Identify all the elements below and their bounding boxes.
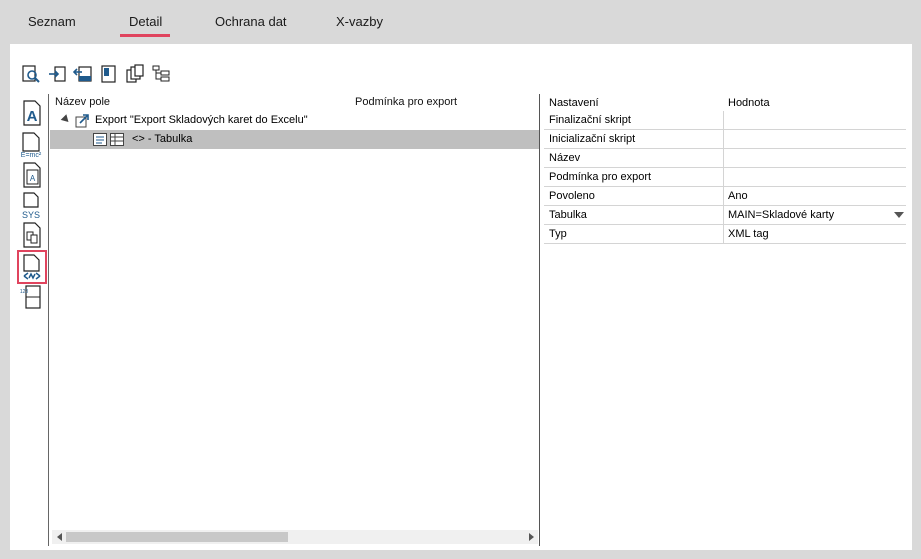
sidebar-divider [48, 94, 49, 546]
system-icon: SYS [22, 192, 40, 219]
record-icon [93, 133, 107, 146]
active-tab-indicator [120, 34, 170, 37]
property-row[interactable]: Finalizační skript [544, 111, 906, 130]
table-icon [110, 133, 124, 146]
property-row[interactable]: Typ XML tag [544, 225, 906, 244]
tab-x-vazby[interactable]: X-vazby [336, 14, 383, 29]
new-document-button[interactable] [98, 63, 120, 85]
property-value[interactable]: XML tag [728, 228, 769, 240]
xml-tag-icon [23, 254, 41, 280]
copy-button[interactable] [124, 63, 146, 85]
tab-detail[interactable]: Detail [129, 14, 162, 29]
scroll-left-arrow-icon[interactable] [52, 530, 66, 544]
property-row[interactable]: Inicializační skript [544, 130, 906, 149]
column-header-field-name[interactable]: Název pole [55, 96, 110, 108]
tree-header: Název pole Podmínka pro export [50, 94, 540, 111]
preview-icon [22, 65, 40, 83]
sidebar-item-text[interactable]: A [19, 98, 45, 128]
property-value[interactable]: MAIN=Skladové karty [728, 209, 834, 221]
horizontal-scrollbar[interactable] [52, 530, 538, 544]
column-header-export-condition[interactable]: Podmínka pro export [355, 96, 457, 108]
properties-grid: Nastavení Hodnota Finalizační skript Ini… [544, 94, 910, 546]
scrollbar-thumb[interactable] [66, 532, 288, 542]
property-name: Tabulka [549, 209, 587, 221]
insert-before-button[interactable] [72, 63, 94, 85]
numbered-list-icon: 123 [20, 285, 41, 309]
document-icon [101, 65, 116, 83]
insert-left-icon [73, 66, 92, 82]
insert-right-icon [49, 66, 66, 82]
collapse-arrow-icon[interactable] [60, 114, 72, 125]
dropdown-arrow-icon[interactable] [894, 212, 904, 218]
sidebar-item-field[interactable]: A [19, 160, 45, 190]
svg-text:A: A [30, 174, 36, 183]
text-field-icon: A [23, 100, 41, 126]
sidebar-item-system[interactable]: SYS [19, 190, 45, 220]
property-row[interactable]: Povoleno Ano [544, 187, 906, 206]
tab-seznam[interactable]: Seznam [28, 14, 76, 29]
export-icon [75, 114, 89, 128]
tree-row-export[interactable]: Export "Export Skladových karet do Excel… [50, 111, 539, 130]
tab-bar: Seznam Detail Ochrana dat X-vazby [0, 0, 921, 44]
column-header-setting: Nastavení [549, 97, 599, 109]
sidebar-item-copy[interactable] [19, 220, 45, 250]
property-name: Podmínka pro export [549, 171, 652, 183]
sidebar-item-xml-tag[interactable] [17, 250, 47, 284]
tree-row-label: Export "Export Skladových karet do Excel… [95, 114, 308, 126]
svg-text:A: A [27, 108, 38, 125]
sidebar-item-formula[interactable]: E=mc² [19, 130, 45, 160]
property-value[interactable]: Ano [728, 190, 748, 202]
field-tree: Název pole Podmínka pro export Export "E… [50, 94, 540, 546]
left-icon-bar: A E=mc² A SYS 123 [16, 96, 47, 544]
property-row[interactable]: Název [544, 149, 906, 168]
property-row[interactable]: Tabulka MAIN=Skladové karty [544, 206, 906, 225]
property-name: Finalizační skript [549, 114, 631, 126]
property-name: Povoleno [549, 190, 595, 202]
preview-button[interactable] [20, 63, 42, 85]
tree-row-tabulka[interactable]: <> - Tabulka [50, 130, 539, 149]
svg-text:SYS: SYS [22, 210, 40, 219]
detail-panel: A E=mc² A SYS 123 Název pole Podmínka pr… [10, 44, 912, 550]
scroll-right-arrow-icon[interactable] [524, 530, 538, 544]
field-icon: A [23, 162, 41, 188]
toolbar [20, 62, 172, 86]
svg-text:123: 123 [20, 289, 28, 295]
property-name: Inicializační skript [549, 133, 636, 145]
property-name: Název [549, 152, 581, 164]
svg-text:E=mc²: E=mc² [21, 152, 42, 159]
column-header-value: Hodnota [728, 97, 770, 109]
tree-structure-icon [152, 65, 170, 82]
copy-document-icon [23, 222, 41, 248]
property-row[interactable]: Podmínka pro export [544, 168, 906, 187]
structure-button[interactable] [150, 63, 172, 85]
property-name: Typ [549, 228, 567, 240]
sidebar-item-numbered[interactable]: 123 [19, 282, 45, 312]
copy-icon [126, 64, 144, 83]
formula-icon: E=mc² [21, 132, 42, 159]
tree-row-label: <> - Tabulka [132, 133, 193, 145]
insert-after-button[interactable] [46, 63, 68, 85]
tab-ochrana-dat[interactable]: Ochrana dat [215, 14, 287, 29]
